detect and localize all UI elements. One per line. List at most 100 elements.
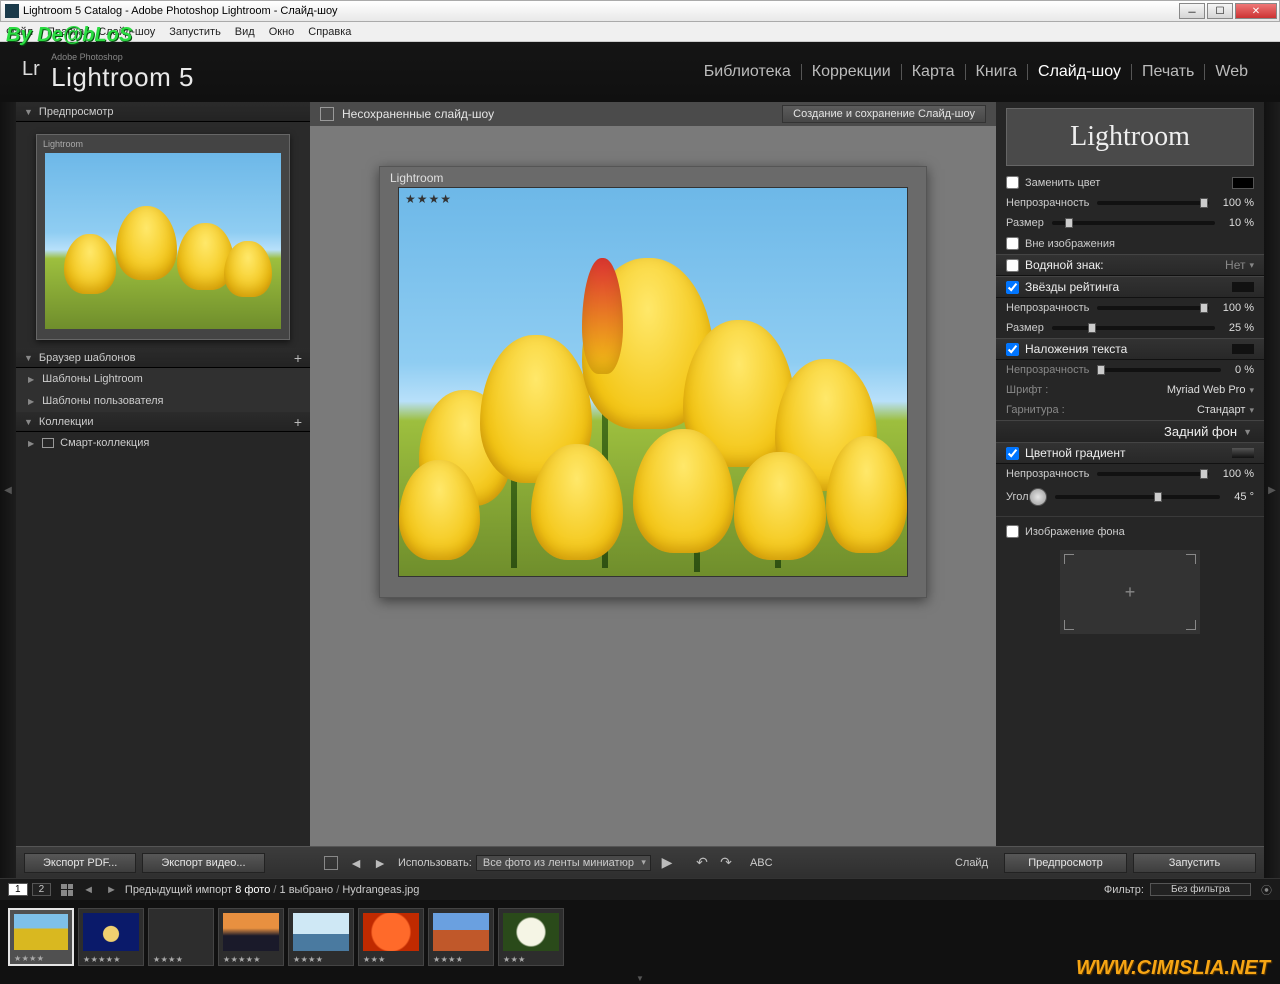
color-gradient-section[interactable]: Цветной градиент <box>996 442 1264 464</box>
identity-size-slider[interactable] <box>1052 221 1215 225</box>
filter-dropdown[interactable]: Без фильтра <box>1150 883 1251 896</box>
monitor-1-button[interactable]: 1 <box>8 883 28 896</box>
filmstrip-thumb[interactable]: ★★★★ <box>8 908 74 966</box>
panel-templates-head[interactable]: ▼ Браузер шаблонов + <box>16 348 310 368</box>
export-pdf-button[interactable]: Экспорт PDF... <box>24 853 136 873</box>
filmstrip-thumb[interactable]: ★★★★ <box>428 908 494 966</box>
templates-user[interactable]: ▶Шаблоны пользователя <box>16 390 310 412</box>
thumb-stars: ★★★ <box>363 955 386 964</box>
rotate-ccw-button[interactable]: ↶ <box>693 854 711 871</box>
font-dropdown[interactable]: Myriad Web Pro <box>1167 384 1246 396</box>
breadcrumb-selected: 1 выбрано <box>280 884 334 896</box>
preview-button[interactable]: Предпросмотр <box>1004 853 1127 873</box>
filmstrip-thumb[interactable]: ★★★★ <box>288 908 354 966</box>
face-dropdown[interactable]: Стандарт <box>1197 404 1246 416</box>
menu-slideshow[interactable]: Слайд-шоу <box>98 26 155 38</box>
prev-slide-button[interactable]: ◄ <box>347 855 365 871</box>
filter-lock-icon[interactable]: ⦿ <box>1261 882 1272 898</box>
menu-help[interactable]: Справка <box>308 26 351 38</box>
thumb-image <box>363 913 419 951</box>
backdrop-section-head[interactable]: Задний фон▼ <box>996 420 1264 442</box>
nav-back-icon[interactable]: ◄ <box>83 884 94 896</box>
templates-lightroom[interactable]: ▶Шаблоны Lightroom <box>16 368 310 390</box>
filmstrip-thumb[interactable]: ★★★ <box>498 908 564 966</box>
thumb-image <box>83 913 139 951</box>
rotate-cw-button[interactable]: ↷ <box>717 854 735 871</box>
angle-knob[interactable] <box>1029 488 1047 506</box>
text-color-swatch[interactable] <box>1232 344 1254 354</box>
gradient-opacity-slider[interactable] <box>1097 472 1208 476</box>
slideshow-icon <box>320 107 334 121</box>
export-video-button[interactable]: Экспорт видео... <box>142 853 264 873</box>
module-map[interactable]: Карта <box>912 63 955 81</box>
right-panel-collapse[interactable]: ▶ <box>1264 102 1280 878</box>
maximize-button[interactable]: ☐ <box>1207 3 1233 19</box>
play-slideshow-button[interactable]: Запустить <box>1133 853 1256 873</box>
left-panel-collapse[interactable]: ◀ <box>0 102 16 878</box>
close-button[interactable]: ✕ <box>1235 3 1277 19</box>
text-overlay-section[interactable]: Наложения текста <box>996 338 1264 360</box>
module-slideshow[interactable]: Слайд-шоу <box>1038 63 1121 81</box>
filmstrip-thumb[interactable]: ★★★★★ <box>78 908 144 966</box>
menu-play[interactable]: Запустить <box>169 26 221 38</box>
text-tool-button[interactable]: ABC <box>750 857 773 869</box>
menu-file[interactable]: Файл <box>6 26 33 38</box>
gradient-swatch[interactable] <box>1232 448 1254 458</box>
module-develop[interactable]: Коррекции <box>812 63 891 81</box>
rating-stars-section[interactable]: Звёзды рейтинга <box>996 276 1264 298</box>
window-title: Lightroom 5 Catalog - Adobe Photoshop Li… <box>23 5 337 17</box>
filmstrip-thumb[interactable]: ★★★★★ <box>218 908 284 966</box>
panel-collections-head[interactable]: ▼ Коллекции + <box>16 412 310 432</box>
nav-fwd-icon[interactable]: ► <box>106 884 117 896</box>
watermark-checkbox[interactable] <box>1006 259 1019 272</box>
menu-window[interactable]: Окно <box>269 26 295 38</box>
module-library[interactable]: Библиотека <box>704 63 791 81</box>
stars-checkbox[interactable] <box>1006 281 1019 294</box>
slide-rating-stars[interactable]: ★★★★ <box>405 192 452 206</box>
minimize-button[interactable]: － <box>1179 3 1205 19</box>
add-template-button[interactable]: + <box>294 350 302 366</box>
outside-image-checkbox[interactable] <box>1006 237 1019 250</box>
slide-identity-plate[interactable]: Lightroom <box>390 171 443 185</box>
menu-edit[interactable]: Правка <box>47 26 84 38</box>
gradient-checkbox[interactable] <box>1006 447 1019 460</box>
module-web[interactable]: Web <box>1215 63 1248 81</box>
filmstrip-thumb[interactable]: ★★★★ <box>148 908 214 966</box>
identity-plate-editor[interactable]: Lightroom <box>1006 108 1254 166</box>
angle-slider[interactable] <box>1055 495 1221 499</box>
panel-preview-head[interactable]: ▼ Предпросмотр <box>16 102 310 122</box>
watermark-section[interactable]: Водяной знак:Нет▾ <box>996 254 1264 276</box>
filter-label: Фильтр: <box>1104 884 1144 896</box>
bg-image-dropzone[interactable]: + <box>1060 550 1200 634</box>
stars-size-slider[interactable] <box>1052 326 1215 330</box>
slide-image[interactable]: ★★★★ <box>398 187 908 577</box>
breadcrumb-source[interactable]: Предыдущий импорт <box>125 884 232 896</box>
identity-opacity-slider[interactable] <box>1097 201 1208 205</box>
next-slide-button[interactable]: ► <box>371 855 389 871</box>
replace-color-swatch[interactable] <box>1232 177 1254 189</box>
module-bar: Lr Adobe Photoshop Lightroom 5 Библиотек… <box>0 42 1280 102</box>
add-collection-button[interactable]: + <box>294 414 302 430</box>
filmstrip-collapse[interactable]: ▼ <box>0 974 1280 984</box>
text-overlay-checkbox[interactable] <box>1006 343 1019 356</box>
smart-collection[interactable]: ▶Смарт-коллекция <box>16 432 310 454</box>
replace-color-checkbox[interactable] <box>1006 176 1019 189</box>
create-save-slideshow-button[interactable]: Создание и сохранение Слайд-шоу <box>782 105 986 123</box>
play-button[interactable]: ▶ <box>658 854 676 871</box>
module-print[interactable]: Печать <box>1142 63 1194 81</box>
thumb-stars: ★★★★★ <box>223 955 261 964</box>
stop-button[interactable] <box>324 856 338 870</box>
monitor-2-button[interactable]: 2 <box>32 883 52 896</box>
filmstrip-thumb[interactable]: ★★★ <box>358 908 424 966</box>
preview-panel: Lightroom <box>16 122 310 348</box>
stars-color-swatch[interactable] <box>1232 282 1254 292</box>
center-header: Несохраненные слайд-шоу Создание и сохра… <box>310 102 996 126</box>
text-opacity-slider[interactable] <box>1097 368 1221 372</box>
collection-icon <box>42 438 54 448</box>
menu-view[interactable]: Вид <box>235 26 255 38</box>
module-book[interactable]: Книга <box>976 63 1017 81</box>
stars-opacity-slider[interactable] <box>1097 306 1208 310</box>
bg-image-checkbox[interactable] <box>1006 525 1019 538</box>
grid-view-icon[interactable] <box>61 884 73 896</box>
use-dropdown[interactable]: Все фото из ленты миниатюр <box>476 855 651 871</box>
